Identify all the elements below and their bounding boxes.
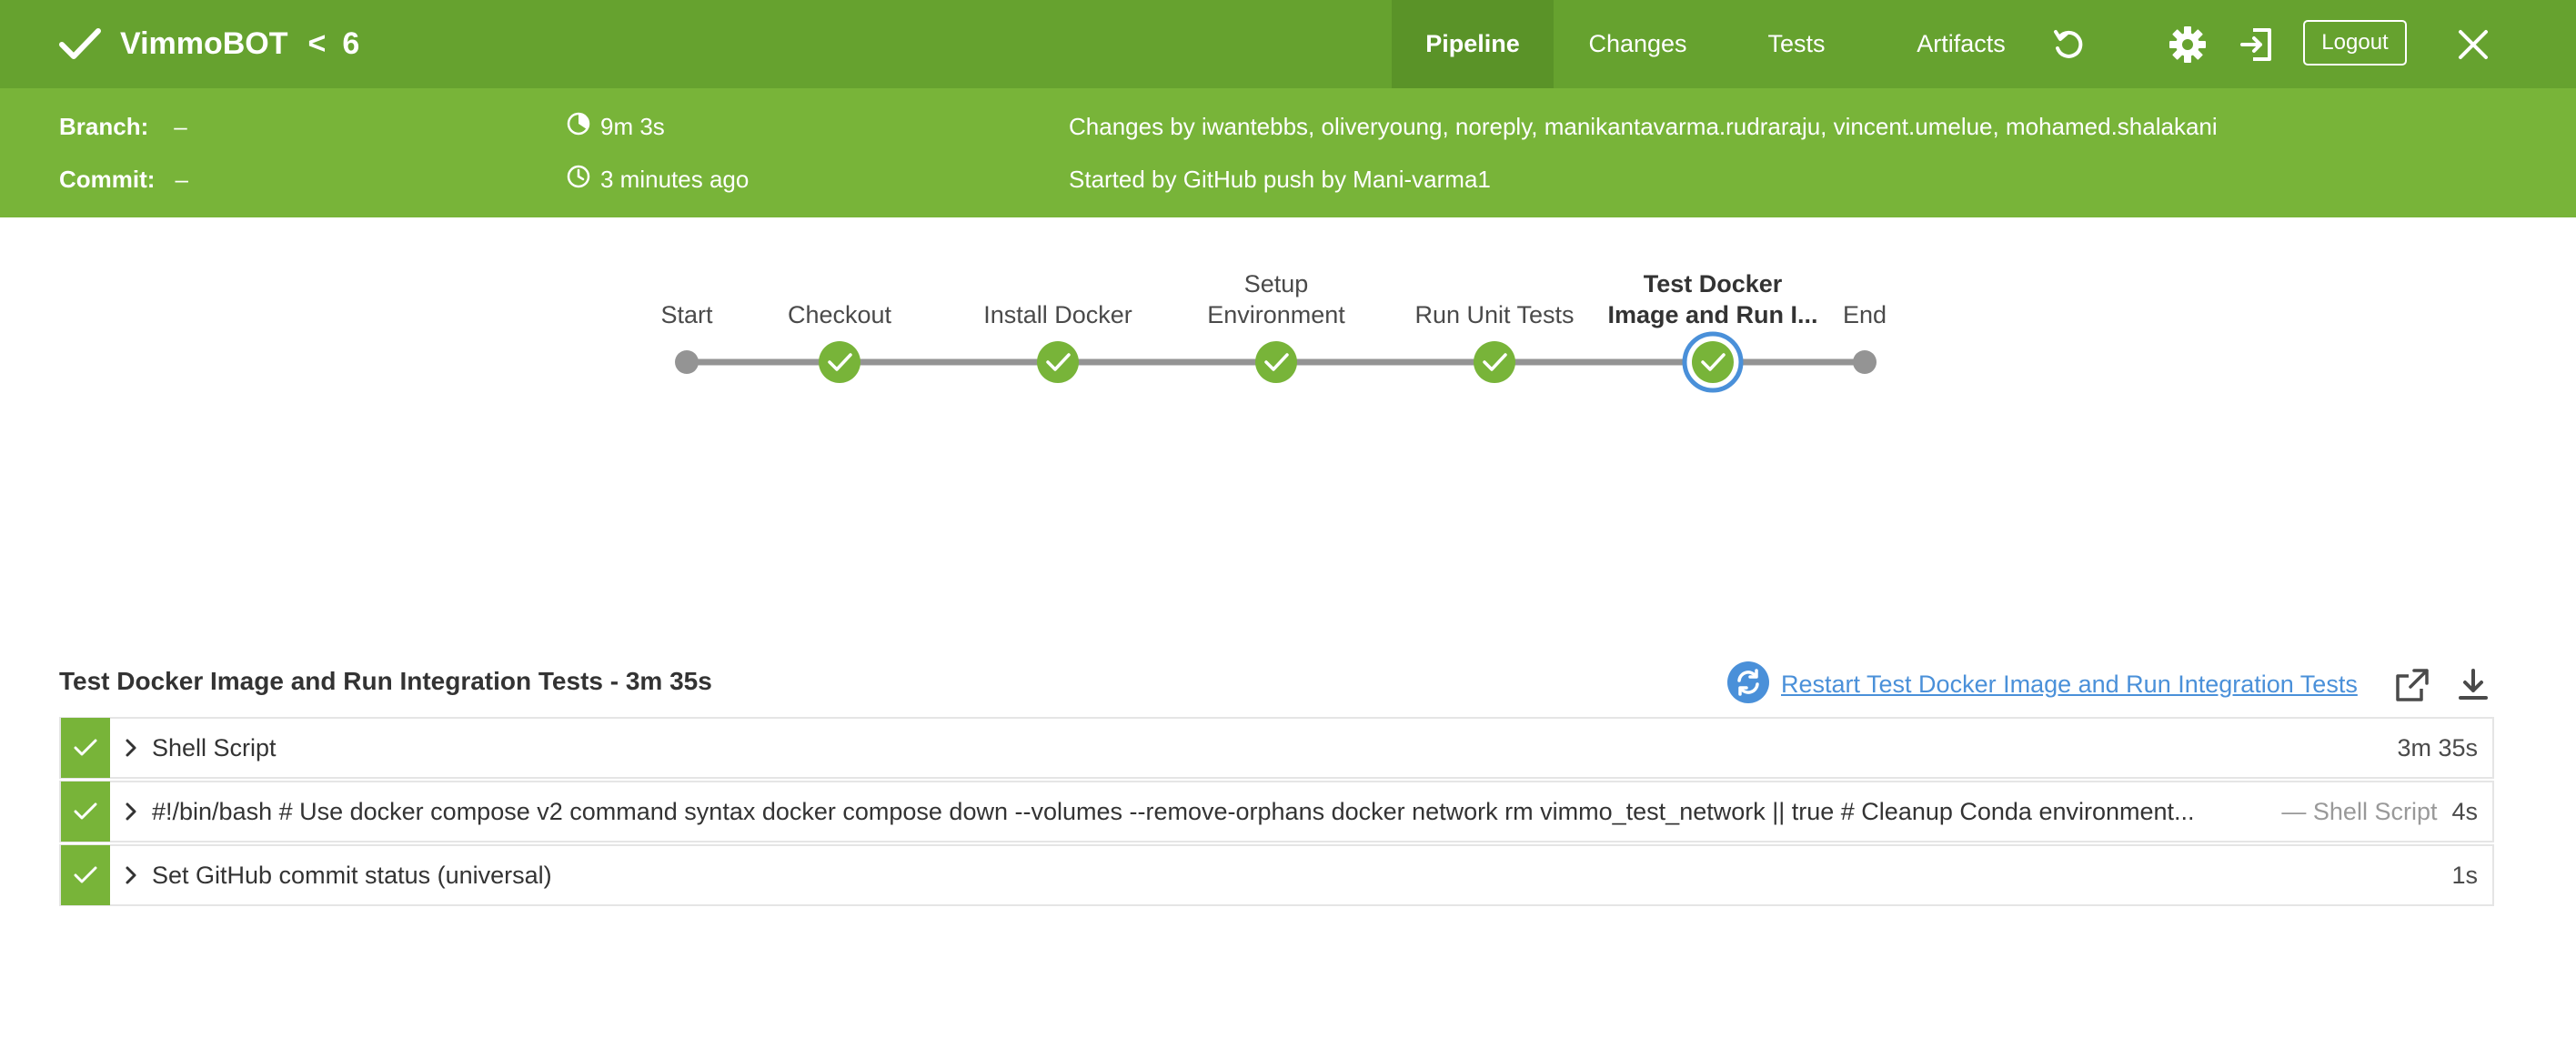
step-success-icon	[61, 844, 110, 905]
download-icon[interactable]	[2450, 662, 2496, 708]
commit-value: –	[175, 165, 188, 193]
top-nav: Pipeline Changes Tests Artifacts	[1392, 0, 2051, 88]
changes-by: Changes by iwantebbs, oliveryoung, norep…	[1069, 112, 2218, 140]
chevron-right-icon[interactable]	[110, 738, 152, 758]
branch-info: Branch: –	[59, 108, 187, 145]
logout-button[interactable]: Logout	[2303, 20, 2407, 66]
close-icon[interactable]	[2450, 22, 2496, 67]
restart-stage[interactable]: Restart Test Docker Image and Run Integr…	[1726, 661, 2358, 709]
step-duration: 1s	[2451, 861, 2478, 889]
started-by: Started by GitHub push by Mani-varma1	[1069, 165, 1491, 193]
chevron-right-icon[interactable]	[110, 865, 152, 885]
run-summary: Branch: – Commit: – 9m 3s 3 minutes ago …	[0, 88, 2576, 217]
commit-label: Commit:	[59, 165, 156, 193]
tab-pipeline[interactable]: Pipeline	[1392, 0, 1554, 88]
pipeline-nodes	[675, 331, 1877, 393]
step-row[interactable]: #!/bin/bash # Use docker compose v2 comm…	[59, 781, 2494, 842]
tab-artifacts[interactable]: Artifacts	[1871, 0, 2051, 88]
step-text: Shell Script	[152, 733, 277, 761]
gear-icon[interactable]	[2165, 22, 2210, 67]
restart-stage-link[interactable]: Restart Test Docker Image and Run Integr…	[1781, 671, 2358, 699]
replay-icon[interactable]	[2046, 22, 2091, 67]
chevron-right-icon[interactable]	[110, 802, 152, 822]
branch-label: Branch:	[59, 112, 149, 140]
run-number: 6	[342, 26, 360, 61]
open-external-icon[interactable]	[2390, 662, 2435, 708]
top-bar: VimmoBOT < 6 Pipeline Changes Tests Arti…	[0, 0, 2576, 88]
step-row[interactable]: Set GitHub commit status (universal) 1s	[59, 844, 2494, 906]
stage-node-end	[1853, 350, 1877, 374]
exit-icon[interactable]	[2234, 22, 2279, 67]
stage-node-setup-environment	[1255, 341, 1297, 383]
tab-changes[interactable]: Changes	[1554, 0, 1722, 88]
duration-info: 9m 3s	[566, 108, 665, 145]
run-title: VimmoBOT < 6	[56, 0, 359, 88]
stage-node-install-docker	[1037, 341, 1079, 383]
step-duration: 4s	[2451, 797, 2478, 825]
commit-info: Commit: –	[59, 161, 188, 197]
success-check-icon	[56, 21, 104, 68]
duration-icon	[566, 111, 591, 143]
restart-icon[interactable]	[1726, 661, 1770, 709]
step-duration: 3m 35s	[2397, 733, 2478, 761]
step-success-icon	[61, 781, 110, 842]
step-row[interactable]: Shell Script 3m 35s	[59, 717, 2494, 779]
started-info: 3 minutes ago	[566, 161, 749, 197]
duration-value: 9m 3s	[600, 112, 665, 140]
stage-steps-title: Test Docker Image and Run Integration Te…	[59, 667, 712, 695]
branch-value: –	[174, 112, 187, 140]
tab-tests[interactable]: Tests	[1722, 0, 1871, 88]
app-name[interactable]: VimmoBOT	[120, 26, 288, 62]
breadcrumb-separator: <	[307, 26, 327, 61]
clock-icon	[566, 164, 591, 196]
stage-node-run-unit-tests	[1474, 341, 1515, 383]
step-text: Set GitHub commit status (universal)	[152, 861, 552, 889]
stage-node-checkout	[819, 341, 860, 383]
stage-node-test-docker	[1682, 331, 1744, 393]
step-success-icon	[61, 717, 110, 778]
started-value: 3 minutes ago	[600, 165, 750, 193]
step-type: — Shell Script	[2281, 797, 2438, 825]
step-text: #!/bin/bash # Use docker compose v2 comm…	[152, 797, 2195, 825]
pipeline-graph: Start Checkout Install Docker Setup Envir…	[0, 217, 2576, 454]
stage-node-start	[675, 350, 699, 374]
